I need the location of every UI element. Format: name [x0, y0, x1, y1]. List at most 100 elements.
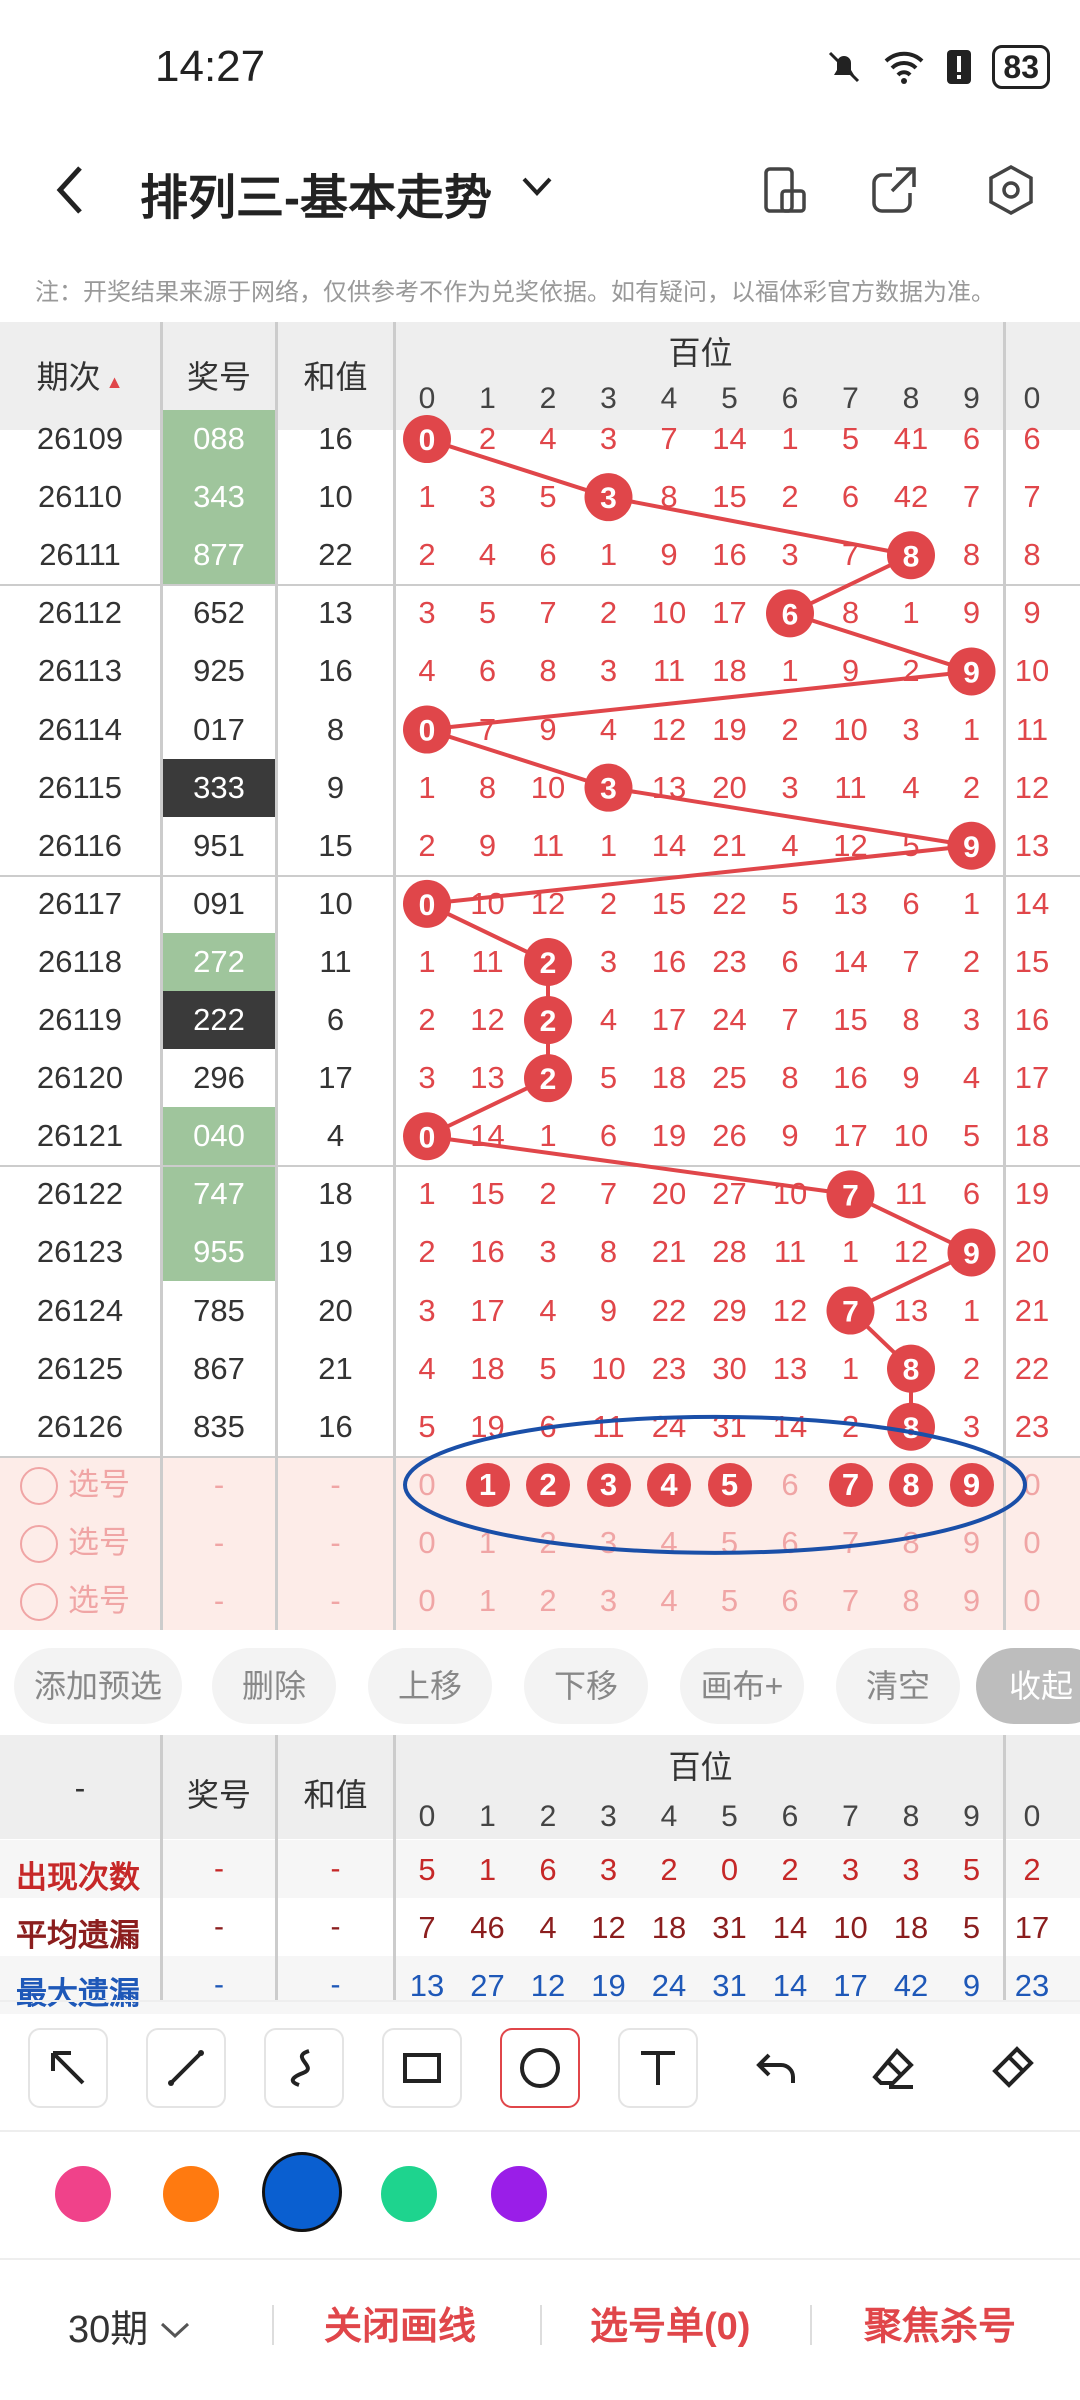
- hit-ball: 7: [826, 1286, 875, 1335]
- curve-tool-button[interactable]: [264, 2028, 344, 2108]
- focus-kill-button[interactable]: 聚焦杀号: [864, 2295, 1016, 2350]
- hit-ball: 7: [826, 1170, 875, 1219]
- color-blue-swatch-selected[interactable]: [262, 2152, 342, 2232]
- stats-dash: -: [214, 1910, 224, 1943]
- svg-text:8: 8: [903, 1412, 920, 1445]
- svg-text:8: 8: [903, 1354, 920, 1387]
- svg-text:7: 7: [842, 1179, 859, 1212]
- close-lines-button[interactable]: 关闭画线: [324, 2295, 476, 2350]
- stats-value: 14: [772, 1910, 808, 1945]
- stats-divider: [160, 1735, 163, 2000]
- circle-tool-button[interactable]: [500, 2028, 580, 2108]
- hit-ball: 0: [403, 1112, 451, 1161]
- hit-ball: 3: [584, 473, 633, 522]
- delete-button[interactable]: 删除: [212, 1648, 336, 1724]
- svg-text:0: 0: [419, 424, 436, 457]
- circle-icon: [520, 2048, 560, 2088]
- eraser-button[interactable]: [854, 2028, 934, 2108]
- svg-text:3: 3: [600, 773, 617, 806]
- stats-digit-header: 0: [1023, 1800, 1041, 1833]
- stats-value: 1: [478, 1852, 497, 1887]
- svg-text:9: 9: [963, 1237, 980, 1270]
- stats-digit-header: 8: [902, 1800, 920, 1833]
- stats-digit-header: 1: [479, 1800, 496, 1833]
- color-purple-swatch[interactable]: [491, 2166, 547, 2222]
- stats-hundreds-header: 百位: [668, 1749, 733, 1785]
- stats-row-label: 出现次数: [16, 1860, 140, 1895]
- move-down-button[interactable]: 下移: [524, 1648, 648, 1724]
- collapse-button[interactable]: 收起: [976, 1648, 1080, 1724]
- trend-line-chart: 0 3 8 6 9 0 3 9 0 2 2 2 0 7 9 7 8 8: [403, 415, 1027, 1555]
- stats-value: 6: [539, 1852, 557, 1887]
- annotation-ellipse: [403, 1414, 1027, 1555]
- svg-text:3: 3: [600, 482, 617, 515]
- stats-sum-header: 和值: [303, 1777, 368, 1813]
- stats-value: 23: [1014, 1968, 1050, 2003]
- svg-text:2: 2: [540, 1063, 557, 1096]
- stats-dash: -: [330, 1852, 341, 1885]
- stats-value: 2: [660, 1852, 678, 1887]
- stats-value: 10: [833, 1910, 868, 1945]
- svg-text:6: 6: [782, 598, 799, 631]
- svg-text:7: 7: [842, 1296, 859, 1329]
- svg-text:0: 0: [419, 715, 436, 748]
- curve-icon: [290, 2049, 310, 2087]
- stats-value: 2: [781, 1852, 799, 1887]
- stats-value: 3: [841, 1852, 860, 1887]
- svg-text:8: 8: [903, 540, 920, 573]
- stats-value: 19: [591, 1968, 626, 2003]
- undo-button[interactable]: [736, 2028, 816, 2108]
- stats-value: 24: [651, 1968, 687, 2003]
- stats-value: 7: [418, 1910, 436, 1945]
- chevron-down-small-icon: [161, 2322, 190, 2339]
- hit-ball: 2: [524, 996, 572, 1045]
- stats-value: 12: [530, 1968, 566, 2003]
- rectangle-tool-button[interactable]: [382, 2028, 462, 2108]
- stats-row-label: 平均遗漏: [16, 1918, 140, 1953]
- canvas-button[interactable]: 画布+: [680, 1648, 804, 1724]
- stats-digit-header: 5: [721, 1800, 738, 1833]
- text-icon: [641, 2051, 675, 2085]
- stats-value: 42: [893, 1968, 929, 2003]
- stats-value: 0: [720, 1852, 739, 1887]
- line-icon: [168, 2050, 204, 2086]
- stats-digit-header: 6: [781, 1800, 799, 1833]
- period-selector[interactable]: 30期: [68, 2298, 192, 2353]
- stats-digit-header: 0: [418, 1800, 436, 1833]
- stats-divider: [393, 1735, 396, 2000]
- move-up-button[interactable]: 上移: [368, 1648, 492, 1724]
- stats-digit-header: 3: [600, 1800, 617, 1833]
- stats-value: 31: [712, 1968, 747, 2003]
- stats-divider: [275, 1735, 278, 2000]
- stats-dash: -: [330, 1968, 341, 2001]
- stats-value: 31: [712, 1910, 747, 1945]
- color-teal-swatch[interactable]: [381, 2166, 437, 2222]
- stats-value: 27: [470, 1968, 505, 2003]
- eraser-icon: [872, 2048, 914, 2089]
- text-tool-button[interactable]: [618, 2028, 698, 2108]
- hit-ball: 3: [584, 763, 633, 812]
- svg-text:0: 0: [419, 889, 436, 922]
- hit-ball: 8: [887, 1344, 935, 1393]
- hit-ball: 9: [947, 647, 996, 696]
- pick-list-button[interactable]: 选号单(0): [590, 2295, 750, 2350]
- color-orange-swatch[interactable]: [163, 2166, 219, 2222]
- svg-text:2: 2: [540, 1005, 557, 1038]
- stats-value: 17: [833, 1968, 868, 2003]
- stats-award-header: 奖号: [186, 1777, 251, 1813]
- line-tool-button[interactable]: [146, 2028, 226, 2108]
- stats-value: 13: [409, 1968, 445, 2003]
- stats-value: 3: [902, 1852, 920, 1887]
- add-preselect-button[interactable]: 添加预选: [14, 1648, 182, 1724]
- trend-line: [419, 437, 977, 1427]
- stats-digit-header: 7: [842, 1800, 859, 1833]
- stats-divider: [1003, 1735, 1006, 2000]
- color-pink-swatch[interactable]: [55, 2166, 111, 2222]
- brush-clear-button[interactable]: [972, 2028, 1052, 2108]
- clear-button[interactable]: 清空: [836, 1648, 960, 1724]
- hit-ball: 6: [766, 589, 814, 638]
- hit-ball: 2: [524, 937, 572, 986]
- arrow-tool-button[interactable]: [28, 2028, 108, 2108]
- hit-ball: 0: [403, 879, 451, 928]
- stats-value: 3: [599, 1852, 618, 1887]
